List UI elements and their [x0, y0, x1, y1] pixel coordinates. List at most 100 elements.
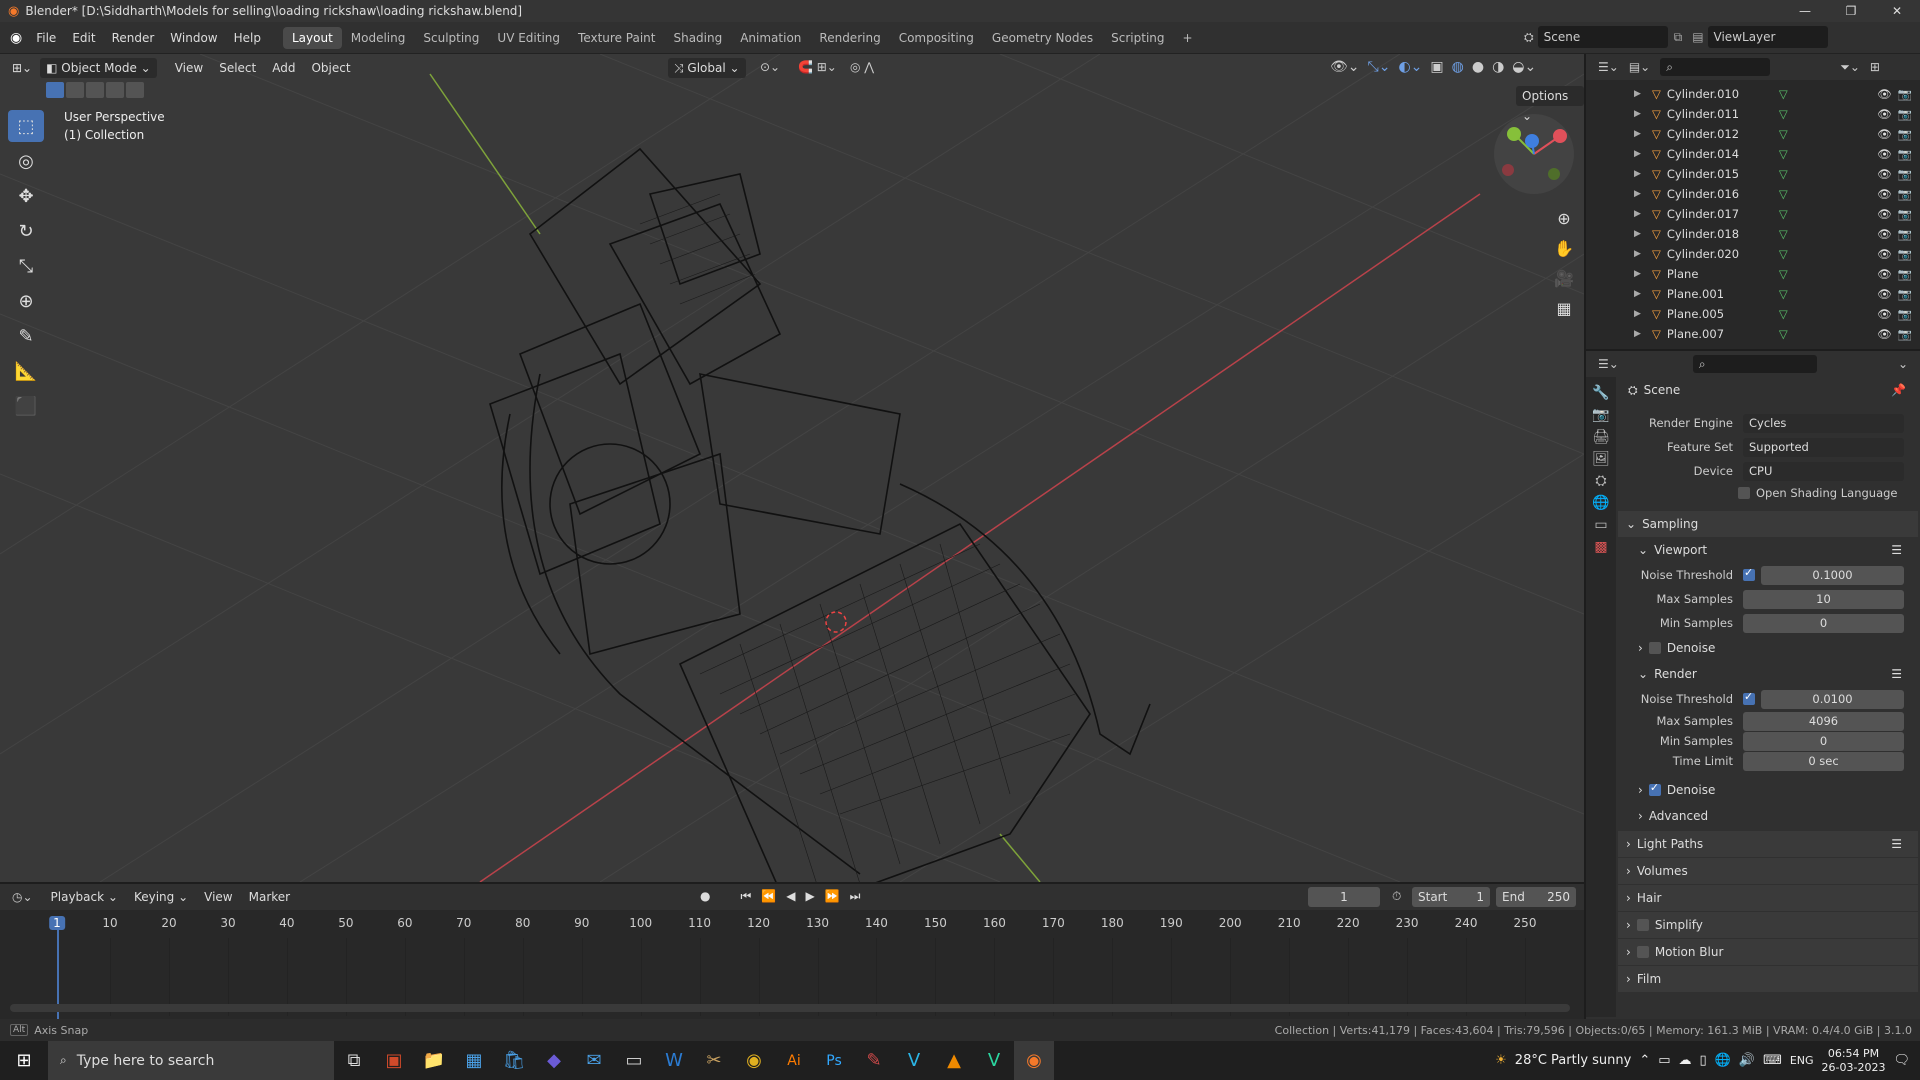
- visibility-eye-icon[interactable]: 👁: [1877, 227, 1892, 241]
- meet-icon[interactable]: ▭: [1658, 1053, 1670, 1068]
- app-tool-icon[interactable]: ✎: [854, 1041, 894, 1080]
- mesh-data-icon[interactable]: ▽: [1779, 207, 1788, 221]
- edge-icon[interactable]: ◆: [534, 1041, 574, 1080]
- vp-noise-field[interactable]: 0.1000: [1761, 565, 1904, 585]
- scene-tab-icon[interactable]: ⛭: [1595, 473, 1606, 489]
- vp-max-field[interactable]: 10: [1743, 589, 1904, 609]
- calculator-icon[interactable]: ▦: [454, 1041, 494, 1080]
- object-name[interactable]: Cylinder.018: [1667, 227, 1767, 241]
- word-icon[interactable]: W: [654, 1041, 694, 1080]
- tab-sculpting[interactable]: Sculpting: [414, 27, 488, 49]
- tab-modeling[interactable]: Modeling: [342, 27, 415, 49]
- tab-layout[interactable]: Layout: [282, 26, 342, 49]
- mesh-data-icon[interactable]: ▽: [1779, 287, 1788, 301]
- outliner-item[interactable]: ▶ ▽ Plane ▽ 👁 📷: [1586, 264, 1920, 284]
- render-camera-icon[interactable]: 📷: [1898, 227, 1912, 241]
- render-camera-icon[interactable]: 📷: [1898, 267, 1912, 281]
- ortho-grid-icon[interactable]: ▦: [1552, 294, 1576, 324]
- texture-tab-icon[interactable]: ▩: [1594, 539, 1607, 555]
- language-indicator[interactable]: ENG: [1790, 1054, 1814, 1067]
- visibility-eye-icon[interactable]: 👁: [1877, 87, 1892, 101]
- menu-file[interactable]: File: [28, 27, 64, 49]
- windows-start-icon[interactable]: ⊞: [0, 1041, 48, 1080]
- add-cube-tool-icon[interactable]: ⬛: [8, 390, 44, 422]
- visibility-eye-icon[interactable]: 👁: [1877, 167, 1892, 181]
- simplify-header[interactable]: › Simplify: [1618, 912, 1918, 938]
- timeline-menu-playback[interactable]: Playback ⌄: [43, 886, 126, 908]
- stopwatch-icon[interactable]: ⏱: [1392, 889, 1401, 904]
- tab-animation[interactable]: Animation: [731, 27, 810, 49]
- rendered-shading-icon[interactable]: ◒⌄: [1512, 59, 1536, 75]
- jump-start-icon[interactable]: ⏮: [740, 889, 751, 904]
- outliner-item[interactable]: ▶ ▽ Cylinder.014 ▽ 👁 📷: [1586, 144, 1920, 164]
- new-scene-icon[interactable]: ⧉: [1674, 30, 1683, 45]
- battery-icon[interactable]: ▯: [1700, 1053, 1707, 1068]
- preset-list-icon[interactable]: ☰: [1891, 667, 1902, 681]
- expand-arrow-icon[interactable]: ▶: [1634, 169, 1648, 179]
- material-shading-icon[interactable]: ◑: [1492, 59, 1504, 75]
- r-denoise-checkbox[interactable]: [1648, 781, 1661, 796]
- vectorize-icon[interactable]: V: [894, 1041, 934, 1080]
- menu-render[interactable]: Render: [104, 27, 163, 49]
- vp-noise-checkbox[interactable]: [1743, 566, 1755, 581]
- maximize-button[interactable]: ❐: [1828, 4, 1874, 18]
- network-icon[interactable]: 🌐: [1715, 1053, 1731, 1068]
- expand-arrow-icon[interactable]: ▶: [1634, 149, 1648, 159]
- vectary-icon[interactable]: V: [974, 1041, 1014, 1080]
- motion-blur-checkbox[interactable]: [1636, 946, 1649, 958]
- weather-text[interactable]: 28°C Partly sunny: [1515, 1053, 1632, 1068]
- menu-edit[interactable]: Edit: [64, 27, 103, 49]
- tool-tab-icon[interactable]: 🔧: [1592, 385, 1609, 401]
- render-camera-icon[interactable]: 📷: [1898, 207, 1912, 221]
- select-new-icon[interactable]: [46, 82, 64, 98]
- outliner-item[interactable]: ▶ ▽ Plane.001 ▽ 👁 📷: [1586, 284, 1920, 304]
- visibility-eye-icon[interactable]: 👁: [1877, 107, 1892, 121]
- tab-rendering[interactable]: Rendering: [810, 27, 889, 49]
- photoshop-icon[interactable]: Ps: [814, 1041, 854, 1080]
- jump-end-icon[interactable]: ⏭: [850, 889, 861, 904]
- outliner-item[interactable]: ▶ ▽ Cylinder.020 ▽ 👁 📷: [1586, 244, 1920, 264]
- ms-store-icon[interactable]: 🛍: [494, 1041, 534, 1080]
- outliner-item[interactable]: ▶ ▽ Cylinder.010 ▽ 👁 📷: [1586, 84, 1920, 104]
- mesh-data-icon[interactable]: ▽: [1779, 107, 1788, 121]
- task-view-icon[interactable]: ⧉: [334, 1041, 374, 1080]
- end-frame-field[interactable]: End 250: [1496, 887, 1576, 907]
- play-icon[interactable]: ▶: [805, 889, 814, 904]
- motion-blur-header[interactable]: › Motion Blur: [1618, 939, 1918, 965]
- taskbar-search[interactable]: ⌕ Type here to search: [48, 1041, 334, 1080]
- gizmo-toggle-icon[interactable]: ⤡⌄: [1368, 59, 1391, 75]
- vlc-icon[interactable]: ▲: [934, 1041, 974, 1080]
- expand-arrow-icon[interactable]: ▶: [1634, 89, 1648, 99]
- object-name[interactable]: Cylinder.017: [1667, 207, 1767, 221]
- object-name[interactable]: Cylinder.020: [1667, 247, 1767, 261]
- render-camera-icon[interactable]: 📷: [1898, 107, 1912, 121]
- light-paths-header[interactable]: › Light Paths ☰: [1618, 831, 1918, 857]
- render-subpanel-header[interactable]: ⌄ Render ☰: [1618, 661, 1918, 687]
- onedrive-icon[interactable]: ☁: [1679, 1053, 1692, 1068]
- outliner-item[interactable]: ▶ ▽ Cylinder.018 ▽ 👁 📷: [1586, 224, 1920, 244]
- timeline-menu-marker[interactable]: Marker: [241, 886, 298, 908]
- filter-icon[interactable]: ⏷⌄: [1840, 60, 1860, 75]
- cutting-tool-icon[interactable]: ✂: [694, 1041, 734, 1080]
- file-explorer-icon[interactable]: 📁: [414, 1041, 454, 1080]
- vp-denoise-checkbox[interactable]: [1648, 642, 1661, 654]
- blender-taskbar-icon[interactable]: ◉: [1014, 1041, 1054, 1080]
- render-camera-icon[interactable]: 📷: [1898, 167, 1912, 181]
- menu-help[interactable]: Help: [226, 27, 269, 49]
- mesh-data-icon[interactable]: ▽: [1779, 187, 1788, 201]
- close-button[interactable]: ✕: [1874, 4, 1920, 18]
- select-intersect-icon[interactable]: [126, 82, 144, 98]
- tab-uv-editing[interactable]: UV Editing: [488, 27, 569, 49]
- snap-icon[interactable]: 🧲 ⊞⌄: [798, 60, 837, 74]
- pin-icon[interactable]: 📌: [1891, 383, 1906, 397]
- output-tab-icon[interactable]: 🖨: [1592, 429, 1610, 445]
- advanced-header[interactable]: › Advanced: [1618, 803, 1918, 829]
- mesh-data-icon[interactable]: ▽: [1779, 127, 1788, 141]
- expand-arrow-icon[interactable]: ▶: [1634, 129, 1648, 139]
- current-frame-field[interactable]: 1: [1308, 887, 1380, 907]
- expand-arrow-icon[interactable]: ▶: [1634, 189, 1648, 199]
- film-header[interactable]: › Film: [1618, 966, 1918, 992]
- r-time-field[interactable]: 0 sec: [1743, 751, 1904, 771]
- render-camera-icon[interactable]: 📷: [1898, 247, 1912, 261]
- viewport-menu-view[interactable]: View: [167, 57, 211, 79]
